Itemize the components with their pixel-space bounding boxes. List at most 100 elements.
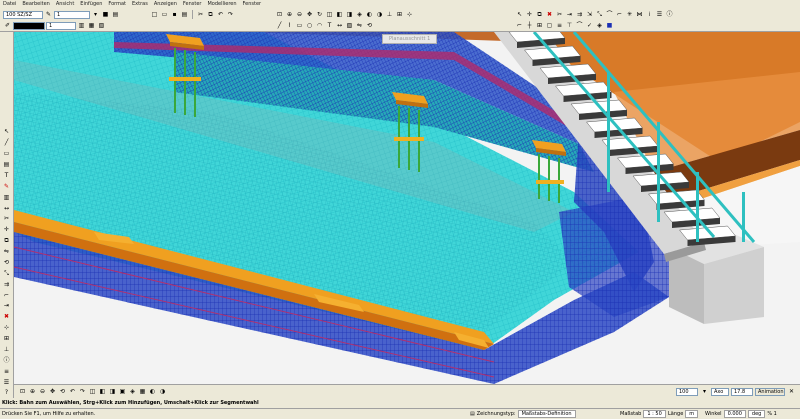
snap-icon[interactable]: ⊹: [405, 10, 414, 19]
fillet-icon[interactable]: ⌒: [605, 10, 614, 19]
nav-front-icon[interactable]: ◧: [98, 387, 107, 396]
nav-render-icon[interactable]: ◑: [158, 387, 167, 396]
left-tool-grid-icon[interactable]: ⊞: [2, 335, 12, 344]
render-icon[interactable]: ◑: [375, 10, 384, 19]
pen-icon[interactable]: ✎: [44, 10, 53, 19]
copy-icon[interactable]: ⧉: [206, 10, 215, 19]
pan-icon[interactable]: ✥: [305, 10, 314, 19]
menu-item-insert[interactable]: Einfügen: [80, 1, 102, 7]
drawing-type-value[interactable]: Maßstabs-Definition: [517, 410, 576, 418]
hatch-tool-icon[interactable]: ▧: [345, 21, 354, 30]
left-tool-offset-icon[interactable]: ⇉: [2, 280, 12, 289]
left-tool-help-icon[interactable]: ?: [2, 389, 12, 398]
rectangle-icon[interactable]: ▭: [295, 21, 304, 30]
left-tool-layer-icon[interactable]: ▥: [2, 193, 12, 202]
left-tool-line-icon[interactable]: ╱: [2, 139, 12, 148]
rebar-color-icon[interactable]: ■: [605, 21, 614, 30]
nav-wire-icon[interactable]: ▦: [138, 387, 147, 396]
menu-item-window-2[interactable]: Fenster: [243, 1, 262, 7]
polyline-icon[interactable]: ⌇: [285, 21, 294, 30]
trim-icon[interactable]: ✂: [555, 10, 564, 19]
left-tool-edit-icon[interactable]: ✎: [2, 182, 12, 191]
hide-icon[interactable]: ◐: [365, 10, 374, 19]
scale-value[interactable]: 1 : 50: [643, 410, 666, 418]
length-value[interactable]: m: [685, 410, 699, 418]
text-icon[interactable]: T: [325, 21, 334, 30]
left-tool-pointer-icon[interactable]: ↖: [2, 128, 12, 137]
circle-icon[interactable]: ○: [305, 21, 314, 30]
3d-viewport[interactable]: Planausschnitt 1: [14, 32, 800, 384]
color-icon[interactable]: ■: [101, 10, 110, 19]
measure-icon[interactable]: ⊥: [385, 10, 394, 19]
left-tool-hatch-icon[interactable]: ▤: [2, 161, 12, 170]
left-tool-cut-icon[interactable]: ✂: [2, 215, 12, 224]
front-view-icon[interactable]: ◫: [325, 10, 334, 19]
iso-view-icon[interactable]: ◈: [355, 10, 364, 19]
view-angle-combo[interactable]: 17.8: [731, 387, 753, 396]
redo-icon[interactable]: ↷: [226, 10, 235, 19]
copy-tool-icon[interactable]: ⧉: [535, 10, 544, 19]
chamfer-icon[interactable]: ⌐: [615, 10, 624, 19]
zoom-combo[interactable]: 100: [676, 387, 698, 396]
fill-icon[interactable]: ▥: [77, 21, 86, 30]
nav-side-icon[interactable]: ◨: [108, 387, 117, 396]
layer-combo[interactable]: 100 SZ/SZ: [3, 10, 43, 19]
join-icon[interactable]: ⋈: [635, 10, 644, 19]
stretch-icon[interactable]: ⇲: [585, 10, 594, 19]
move-icon[interactable]: ✛: [525, 10, 534, 19]
left-tool-snap-icon[interactable]: ⊹: [2, 324, 12, 333]
chevron-down-icon[interactable]: ▾: [91, 10, 100, 19]
reinforcement-3d-model[interactable]: [14, 32, 800, 384]
menu-item-window[interactable]: Fenster: [183, 1, 202, 7]
rebar-bend-icon[interactable]: ⌒: [575, 21, 584, 30]
select-icon[interactable]: ↖: [515, 10, 524, 19]
menu-item-edit[interactable]: Bearbeiten: [22, 1, 49, 7]
layer-icon[interactable]: ▤: [111, 10, 120, 19]
menu-item-view[interactable]: Ansicht: [56, 1, 74, 7]
info-icon[interactable]: ⓘ: [665, 10, 674, 19]
left-tool-text-icon[interactable]: T: [2, 172, 12, 181]
save-icon[interactable]: ▪: [170, 10, 179, 19]
nav-back-icon[interactable]: ↶: [68, 387, 77, 396]
nav-zoom-out-icon[interactable]: ⊖: [38, 387, 47, 396]
rotate-icon[interactable]: ⟲: [365, 21, 374, 30]
left-tool-rect-icon[interactable]: ▭: [2, 150, 12, 159]
left-tool-rotate-icon[interactable]: ⟲: [2, 259, 12, 268]
view-tab-label[interactable]: Planausschnitt 1: [382, 34, 438, 44]
cut-icon[interactable]: ✂: [196, 10, 205, 19]
nav-first-icon[interactable]: ⊡: [18, 387, 27, 396]
properties-icon[interactable]: ☰: [655, 10, 664, 19]
undo-icon[interactable]: ↶: [216, 10, 225, 19]
rebar-shape-icon[interactable]: ⌐: [515, 21, 524, 30]
view-close-icon[interactable]: ✕: [787, 387, 796, 396]
nav-forward-icon[interactable]: ↷: [78, 387, 87, 396]
left-tool-info-icon[interactable]: ⓘ: [2, 356, 12, 365]
nav-zoom-icon[interactable]: ⊕: [28, 387, 37, 396]
left-tool-move-icon[interactable]: ✛: [2, 226, 12, 235]
hatch-icon[interactable]: ▦: [87, 21, 96, 30]
line-scale-combo[interactable]: 1: [54, 10, 90, 19]
nav-pan-icon[interactable]: ✥: [48, 387, 57, 396]
rebar-place-icon[interactable]: ┼: [525, 21, 534, 30]
zoom-out-icon[interactable]: ⊖: [295, 10, 304, 19]
side-view-icon[interactable]: ◧: [335, 10, 344, 19]
pattern-icon[interactable]: ▧: [97, 21, 106, 30]
menu-item-file[interactable]: Datei: [3, 1, 16, 7]
zoom-in-icon[interactable]: ⊕: [285, 10, 294, 19]
nav-top-icon[interactable]: ▣: [118, 387, 127, 396]
mesh-icon[interactable]: ⊞: [535, 21, 544, 30]
grid-icon[interactable]: ⊞: [395, 10, 404, 19]
open-icon[interactable]: ▭: [160, 10, 169, 19]
rebar-3d-icon[interactable]: ◈: [595, 21, 604, 30]
color-swatch-combo[interactable]: [13, 21, 45, 30]
animation-button[interactable]: Animation: [755, 387, 785, 396]
explode-icon[interactable]: ✳: [625, 10, 634, 19]
dimension-icon[interactable]: ↔: [335, 21, 344, 30]
nav-hide-icon[interactable]: ◐: [148, 387, 157, 396]
zoom-window-icon[interactable]: ⊡: [275, 10, 284, 19]
stirrup-icon[interactable]: ▢: [545, 21, 554, 30]
top-view-icon[interactable]: ◨: [345, 10, 354, 19]
zoom-chevron-icon[interactable]: ▾: [700, 387, 709, 396]
offset-icon[interactable]: ⇉: [575, 10, 584, 19]
delete-icon[interactable]: ✖: [545, 10, 554, 19]
